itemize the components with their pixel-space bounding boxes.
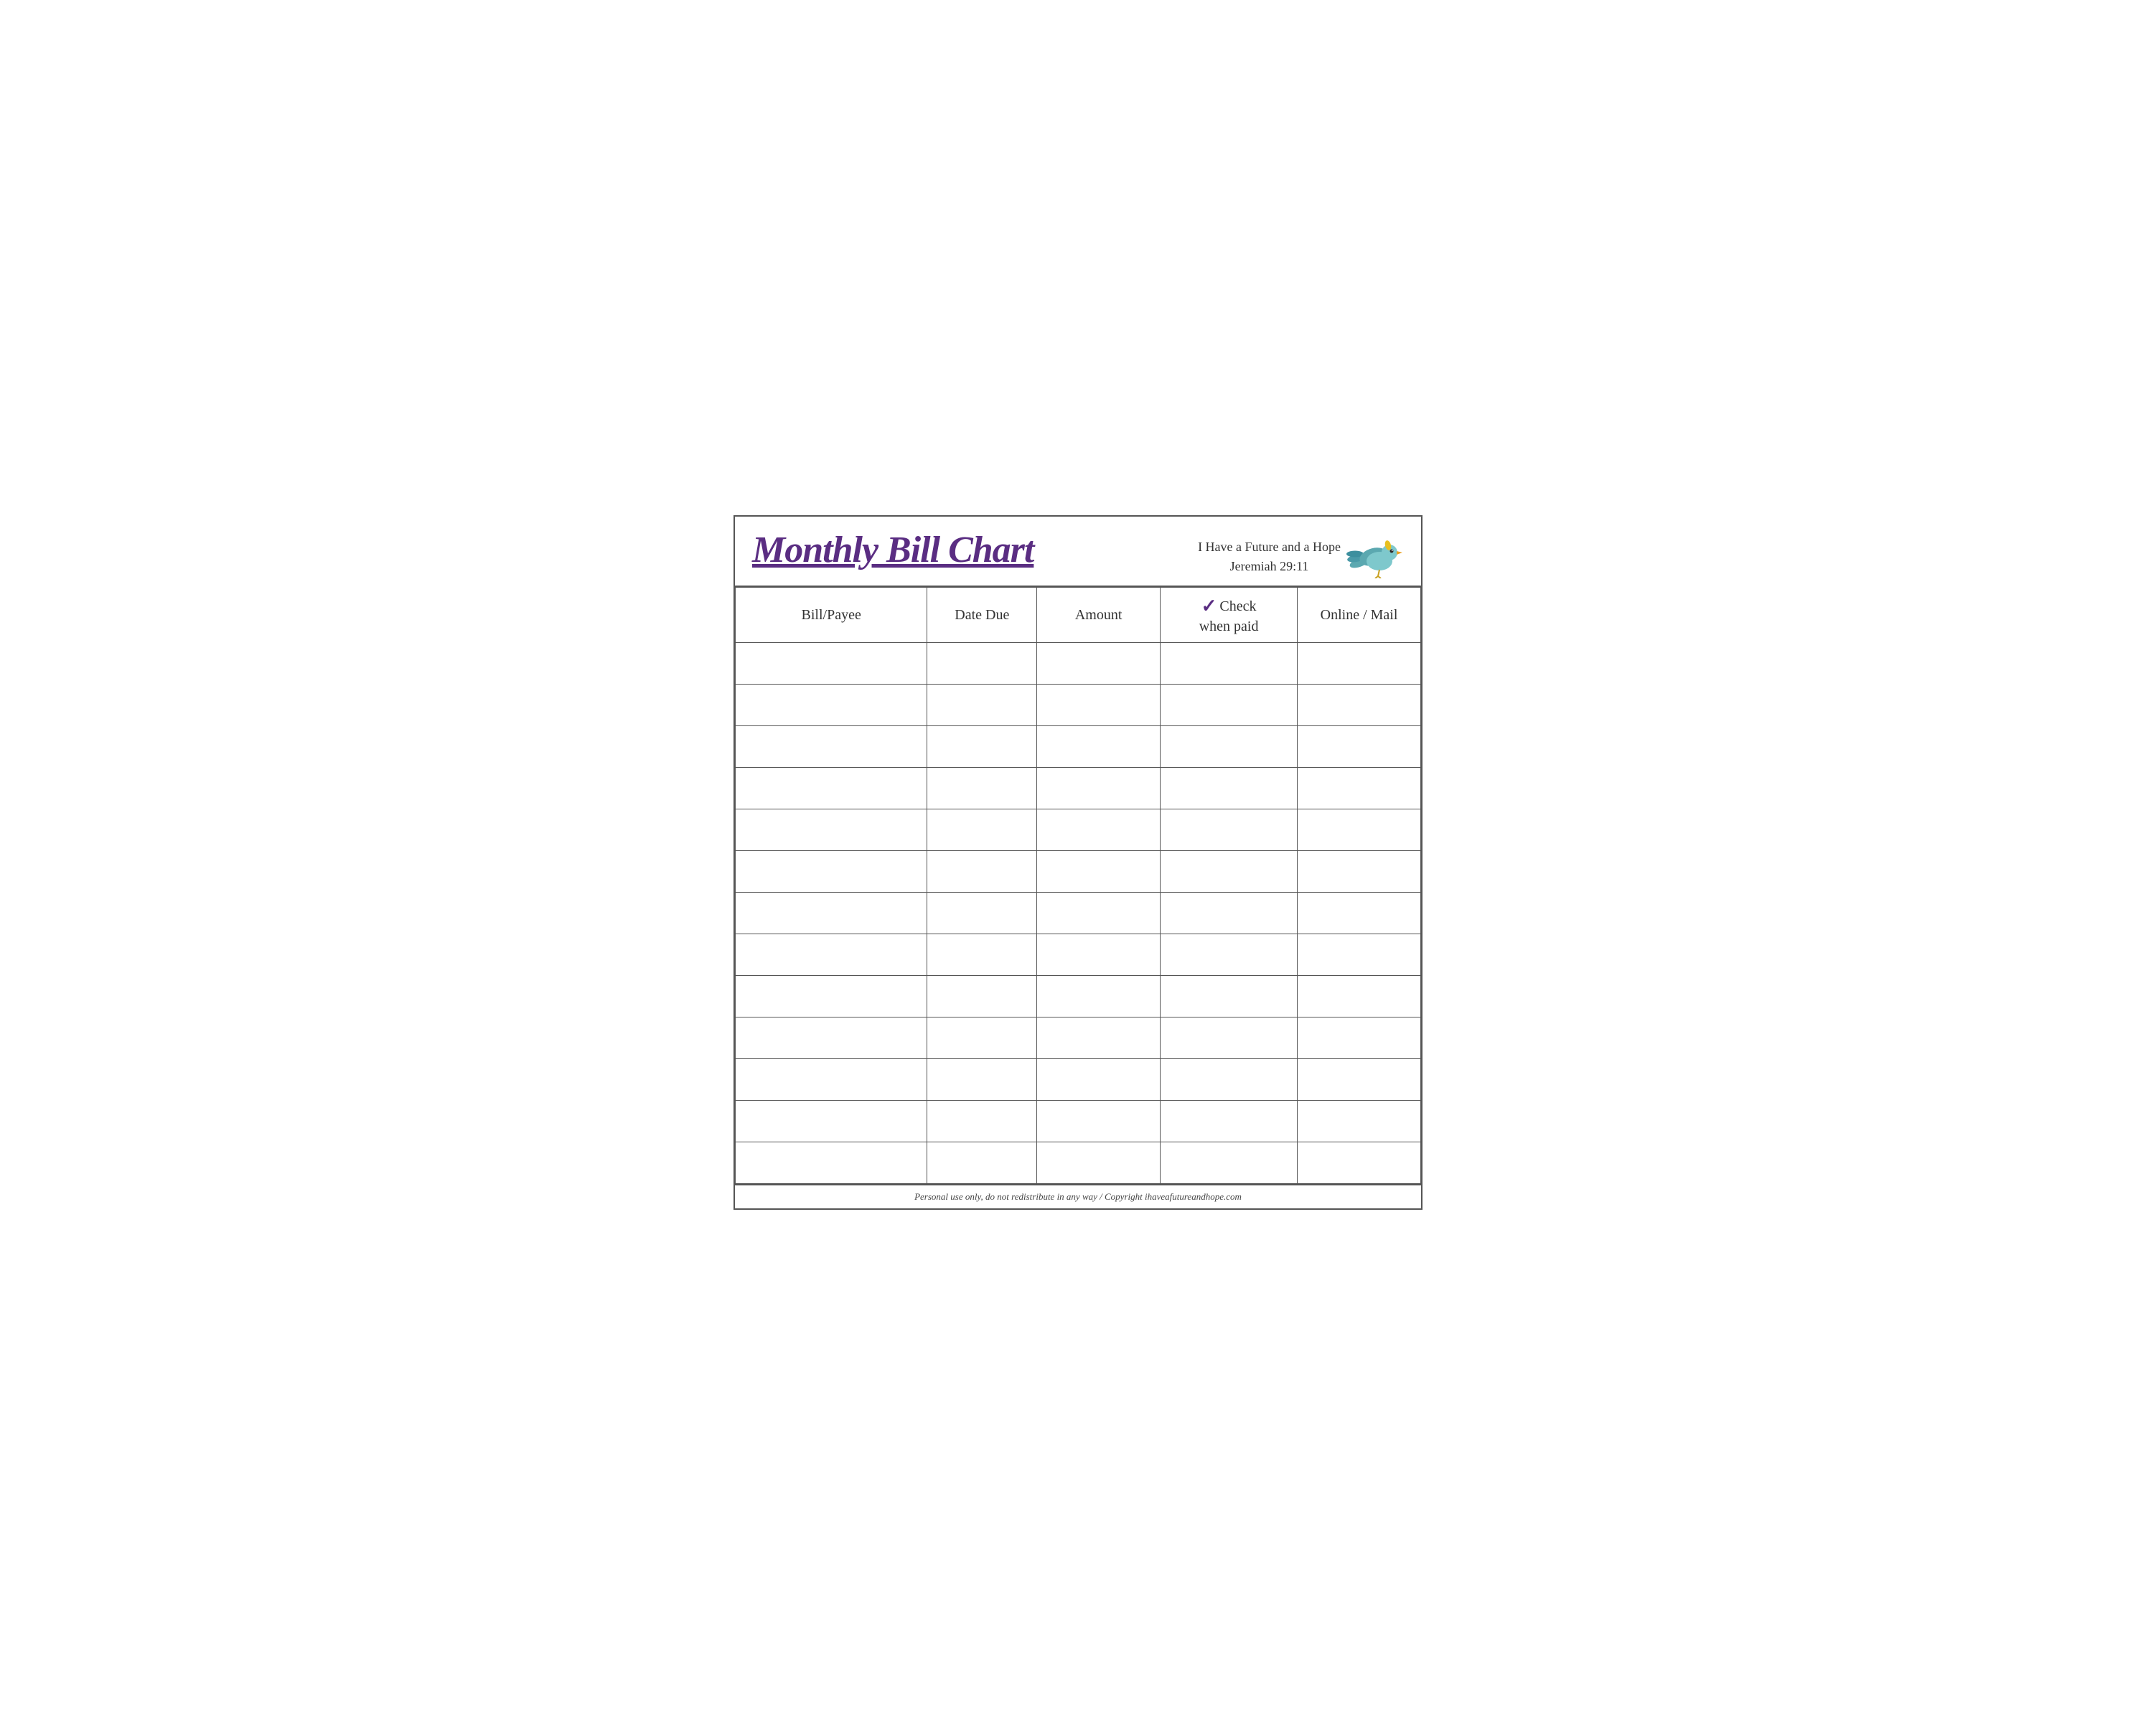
col-header-date: Date Due (927, 588, 1037, 642)
table-row (736, 1142, 1421, 1183)
table-cell (1161, 892, 1298, 934)
table-row (736, 1100, 1421, 1142)
table-cell (736, 892, 927, 934)
table-cell (1037, 1017, 1161, 1058)
table-cell (736, 975, 927, 1017)
table-cell (1298, 1100, 1421, 1142)
table-cell (1037, 850, 1161, 892)
subtitle-line2: Jeremiah 29:11 (1198, 557, 1341, 576)
page-title: Monthly Bill Chart (752, 530, 1034, 570)
table-body (736, 642, 1421, 1183)
table-cell (927, 642, 1037, 684)
table-row (736, 975, 1421, 1017)
table-cell (1298, 809, 1421, 850)
title-block: Monthly Bill Chart (752, 530, 1034, 570)
table-cell (1161, 1058, 1298, 1100)
table-cell (1037, 1100, 1161, 1142)
table-cell (1298, 1058, 1421, 1100)
table-cell (1161, 642, 1298, 684)
table-cell (1161, 1142, 1298, 1183)
footer-text: Personal use only, do not redistribute i… (914, 1191, 1242, 1202)
table-header-row: Bill/Payee Date Due Amount ✓ Check (736, 588, 1421, 642)
col-header-amount: Amount (1037, 588, 1161, 642)
table-cell (736, 1100, 927, 1142)
table-cell (927, 934, 1037, 975)
table-cell (1298, 934, 1421, 975)
table-cell (927, 1100, 1037, 1142)
table-cell (736, 725, 927, 767)
checkmark-icon: ✓ (1201, 595, 1217, 617)
table-cell (1298, 1017, 1421, 1058)
table-cell (927, 975, 1037, 1017)
table-cell (736, 1142, 927, 1183)
table-cell (736, 1017, 927, 1058)
table-cell (927, 1017, 1037, 1058)
table-cell (1037, 767, 1161, 809)
table-cell (1161, 1100, 1298, 1142)
table-cell (736, 850, 927, 892)
table-cell (1298, 725, 1421, 767)
col-header-online: Online / Mail (1298, 588, 1421, 642)
table-cell (736, 684, 927, 725)
table-cell (1037, 642, 1161, 684)
table-cell (736, 934, 927, 975)
table-cell (927, 725, 1037, 767)
bill-table-wrapper: Bill/Payee Date Due Amount ✓ Check (735, 587, 1421, 1183)
table-cell (736, 642, 927, 684)
table-row (736, 1058, 1421, 1100)
table-cell (1037, 975, 1161, 1017)
header-right: I Have a Future and a Hope Jeremiah 29:1… (1198, 530, 1404, 578)
table-cell (1298, 892, 1421, 934)
bill-table: Bill/Payee Date Due Amount ✓ Check (735, 587, 1421, 1183)
bird-icon (1346, 535, 1404, 578)
table-cell (1298, 767, 1421, 809)
table-cell (1161, 684, 1298, 725)
table-row (736, 934, 1421, 975)
table-cell (736, 767, 927, 809)
table-cell (1298, 642, 1421, 684)
table-row (736, 725, 1421, 767)
table-row (736, 850, 1421, 892)
header: Monthly Bill Chart I Have a Future and a… (735, 517, 1421, 587)
table-cell (1037, 725, 1161, 767)
table-cell (1161, 767, 1298, 809)
col-header-check: ✓ Check when paid (1161, 588, 1298, 642)
table-cell (1161, 850, 1298, 892)
table-cell (1037, 934, 1161, 975)
table-cell (927, 767, 1037, 809)
table-row (736, 809, 1421, 850)
table-cell (1037, 1058, 1161, 1100)
bird-container: I Have a Future and a Hope Jeremiah 29:1… (1198, 535, 1404, 578)
table-cell (1298, 975, 1421, 1017)
table-cell (1161, 809, 1298, 850)
footer: Personal use only, do not redistribute i… (735, 1184, 1421, 1208)
table-cell (1298, 684, 1421, 725)
table-cell (1161, 725, 1298, 767)
table-row (736, 684, 1421, 725)
table-cell (927, 809, 1037, 850)
table-cell (1037, 1142, 1161, 1183)
table-cell (927, 850, 1037, 892)
page-container: Monthly Bill Chart I Have a Future and a… (733, 515, 1423, 1209)
table-cell (1037, 809, 1161, 850)
table-cell (927, 684, 1037, 725)
table-cell (927, 1058, 1037, 1100)
table-cell (1037, 684, 1161, 725)
table-cell (736, 809, 927, 850)
table-row (736, 1017, 1421, 1058)
table-cell (1161, 934, 1298, 975)
table-row (736, 892, 1421, 934)
table-cell (1161, 975, 1298, 1017)
table-cell (736, 1058, 927, 1100)
table-cell (1037, 892, 1161, 934)
subtitle-line1: I Have a Future and a Hope (1198, 537, 1341, 557)
table-row (736, 642, 1421, 684)
table-cell (1298, 1142, 1421, 1183)
table-cell (927, 1142, 1037, 1183)
table-cell (1298, 850, 1421, 892)
table-cell (1161, 1017, 1298, 1058)
table-cell (927, 892, 1037, 934)
col-header-bill: Bill/Payee (736, 588, 927, 642)
table-row (736, 767, 1421, 809)
